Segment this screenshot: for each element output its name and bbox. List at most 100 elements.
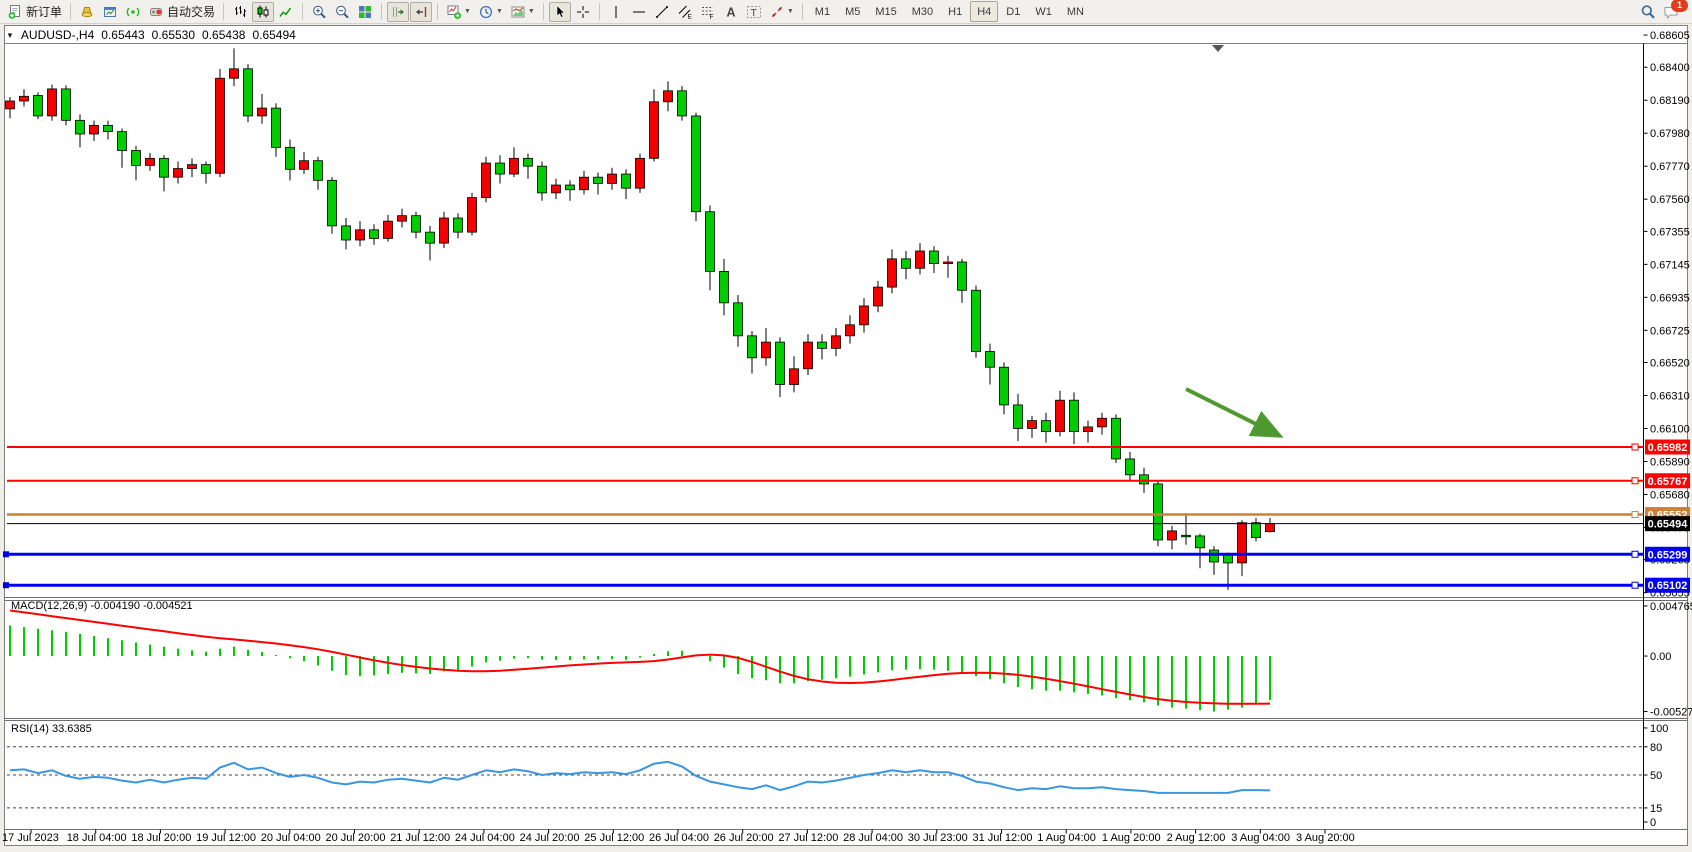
svg-text:0.65890: 0.65890: [1650, 456, 1690, 468]
new-order-icon: [7, 4, 23, 20]
svg-text:24 Jul 20:00: 24 Jul 20:00: [520, 832, 580, 844]
candle: [454, 218, 463, 232]
line-handle[interactable]: [3, 582, 9, 588]
search-button[interactable]: [1637, 2, 1659, 22]
trendline-button[interactable]: [651, 2, 673, 22]
timeframe-D1-button[interactable]: D1: [999, 1, 1027, 22]
line-handle[interactable]: [1632, 512, 1638, 518]
dropdown-caret-icon: ▼: [787, 8, 794, 15]
line-handle[interactable]: [1632, 444, 1638, 450]
timeframe-M5-button[interactable]: M5: [838, 1, 867, 22]
market-watch-button[interactable]: [76, 2, 98, 22]
svg-text:0.67560: 0.67560: [1650, 194, 1690, 206]
svg-text:27 Jul 12:00: 27 Jul 12:00: [778, 832, 838, 844]
text-button[interactable]: A: [720, 2, 742, 22]
chart-bars-button[interactable]: [229, 2, 251, 22]
candle: [1098, 418, 1107, 427]
svg-text:20 Jul 04:00: 20 Jul 04:00: [261, 832, 321, 844]
notifications-button[interactable]: 1: [1660, 2, 1682, 22]
candle: [1000, 367, 1009, 405]
line-handle[interactable]: [1632, 551, 1638, 557]
line-handle[interactable]: [3, 551, 9, 557]
svg-text:0.66725: 0.66725: [1650, 325, 1690, 337]
templates-button[interactable]: ▼: [507, 2, 538, 22]
candle: [104, 125, 113, 131]
chart-canvas[interactable]: 0.686050.684000.681900.679800.677700.675…: [0, 0, 1692, 852]
fibonacci-icon: F: [700, 4, 716, 20]
candle: [62, 89, 71, 120]
candle: [762, 342, 771, 358]
candle: [1154, 484, 1163, 540]
candle: [34, 96, 43, 116]
candle: [958, 262, 967, 290]
horizontal-line-button[interactable]: [628, 2, 650, 22]
svg-text:E: E: [687, 13, 692, 20]
chart-window: [5, 26, 1688, 846]
line-handle[interactable]: [1632, 478, 1638, 484]
candle: [874, 287, 883, 306]
new-order-button[interactable]: 新订单: [4, 2, 65, 22]
toolbar-separator: [802, 3, 803, 20]
periods-button[interactable]: ▼: [475, 2, 506, 22]
candle: [748, 336, 757, 358]
svg-text:1 Aug 20:00: 1 Aug 20:00: [1102, 832, 1161, 844]
candle: [902, 259, 911, 268]
svg-text:26 Jul 04:00: 26 Jul 04:00: [649, 832, 709, 844]
candle: [1042, 421, 1051, 432]
tile-windows-button[interactable]: [354, 2, 376, 22]
autotrade-button[interactable]: 自动交易: [145, 2, 218, 22]
chart-title-bar: ▼ AUDUSD-,H4 0.65443 0.65530 0.65438 0.6…: [6, 27, 296, 43]
svg-text:0.65494: 0.65494: [1648, 519, 1689, 531]
timeframe-M1-button[interactable]: M1: [808, 1, 837, 22]
timeframe-H1-button[interactable]: H1: [941, 1, 969, 22]
price-badge: 0.65982: [1645, 440, 1690, 455]
chart-line-icon: [278, 4, 294, 20]
vertical-line-button[interactable]: [605, 2, 627, 22]
candle: [650, 102, 659, 159]
zoom-in-button[interactable]: [308, 2, 330, 22]
equidistant-channel-button[interactable]: E: [674, 2, 696, 22]
candle: [328, 180, 337, 226]
candle: [1140, 475, 1149, 484]
candle: [720, 271, 729, 302]
dropdown-caret-icon: ▼: [496, 8, 503, 15]
indicators-button[interactable]: ▼: [443, 2, 474, 22]
auto-scroll-icon: [390, 4, 406, 20]
arrows-button[interactable]: ▼: [766, 2, 797, 22]
timeframe-M30-button[interactable]: M30: [905, 1, 940, 22]
candle: [510, 158, 519, 174]
timeframe-H4-button[interactable]: H4: [970, 1, 998, 22]
toolbar-separator: [70, 3, 71, 20]
svg-text:20 Jul 20:00: 20 Jul 20:00: [326, 832, 386, 844]
periods-icon: [478, 4, 494, 20]
svg-text:0: 0: [1650, 817, 1656, 829]
svg-text:0.66520: 0.66520: [1650, 358, 1690, 370]
zoom-in-icon: [311, 4, 327, 20]
svg-text:MACD(12,26,9) -0.004190 -0.004: MACD(12,26,9) -0.004190 -0.004521: [11, 600, 193, 612]
timeframe-M15-button[interactable]: M15: [868, 1, 903, 22]
chart-shift-button[interactable]: [410, 2, 432, 22]
svg-text:15: 15: [1650, 803, 1662, 815]
candle: [202, 165, 211, 174]
candle: [622, 174, 631, 188]
candle: [916, 251, 925, 268]
timeframe-W1-button[interactable]: W1: [1028, 1, 1059, 22]
signal-button[interactable]: [122, 2, 144, 22]
chart-candles-button[interactable]: [252, 2, 274, 22]
chart-line-button[interactable]: [275, 2, 297, 22]
timeframe-MN-button[interactable]: MN: [1060, 1, 1091, 22]
svg-text:26 Jul 20:00: 26 Jul 20:00: [714, 832, 774, 844]
zoom-out-button[interactable]: [331, 2, 353, 22]
crosshair-button[interactable]: [572, 2, 594, 22]
svg-text:17 Jul 2023: 17 Jul 2023: [2, 832, 59, 844]
fibonacci-button[interactable]: F: [697, 2, 719, 22]
cursor-button[interactable]: [549, 2, 571, 22]
chart-collapse-icon[interactable]: ▼: [6, 31, 14, 40]
candle: [972, 290, 981, 351]
candle: [776, 342, 785, 384]
terminal-button[interactable]: [99, 2, 121, 22]
auto-scroll-button[interactable]: [387, 2, 409, 22]
line-handle[interactable]: [1632, 582, 1638, 588]
text-label-button[interactable]: T: [743, 2, 765, 22]
text-label-icon: T: [746, 4, 762, 20]
